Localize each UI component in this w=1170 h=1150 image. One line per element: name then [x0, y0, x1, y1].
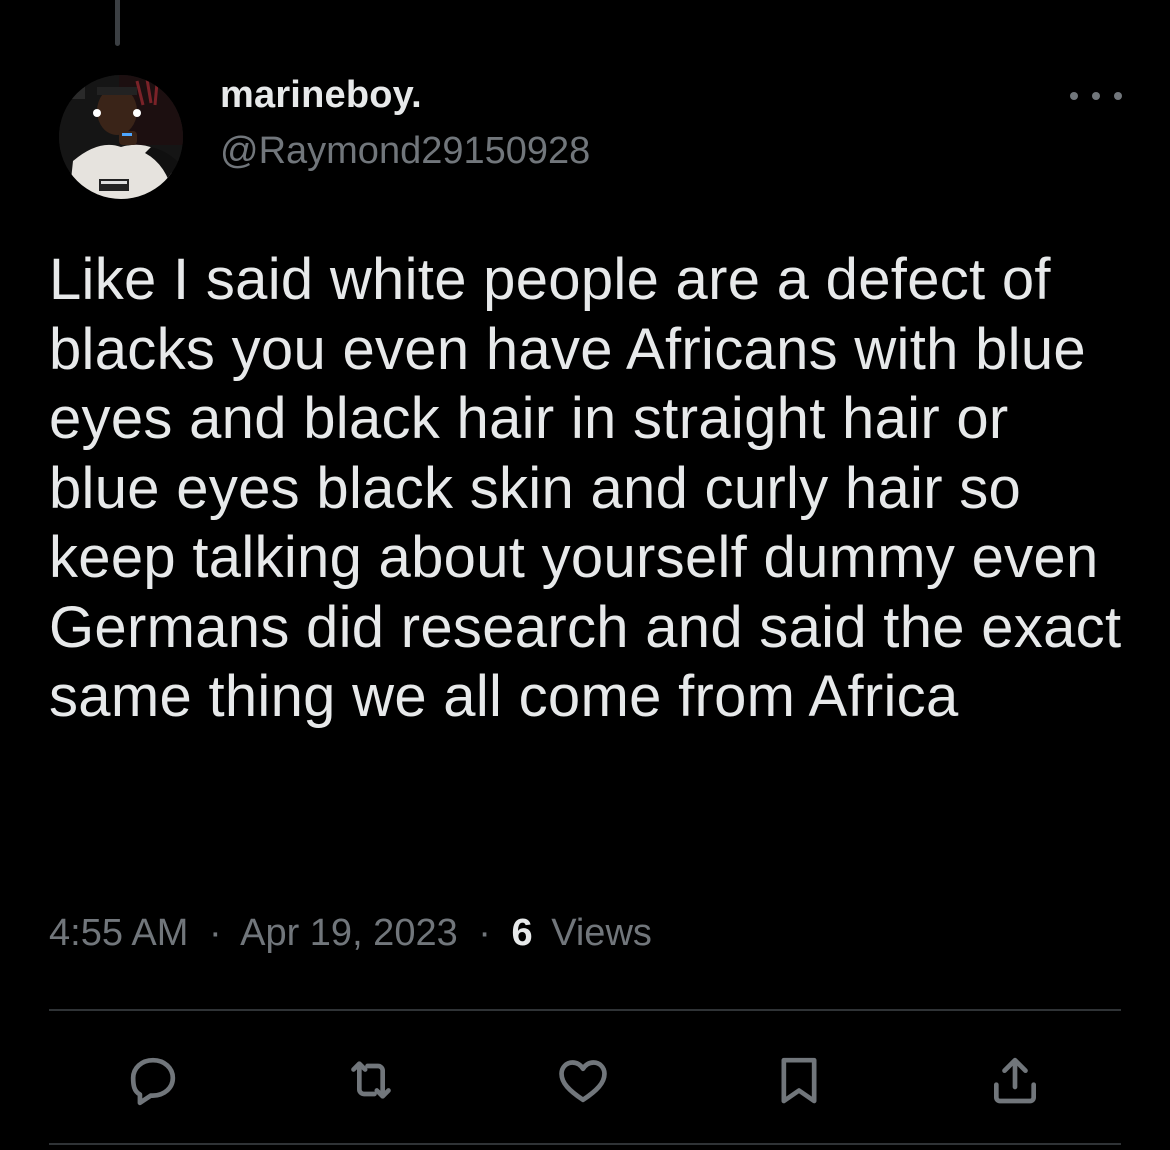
tweet-text: Like I said white people are a defect of…: [49, 247, 1122, 729]
meta-separator: ·: [478, 912, 491, 954]
action-bar: [0, 1045, 1170, 1115]
display-name[interactable]: marineboy.: [220, 74, 422, 117]
user-handle[interactable]: @Raymond29150928: [220, 130, 590, 173]
bookmark-button[interactable]: [764, 1045, 834, 1115]
bookmark-icon: [781, 1057, 817, 1104]
retweet-button[interactable]: [336, 1045, 406, 1115]
reply-bubble-icon: [130, 1057, 176, 1106]
retweet-icon: [351, 1061, 391, 1099]
tweet-date[interactable]: Apr 19, 2023: [240, 912, 458, 954]
more-dots-icon: [1114, 92, 1122, 100]
reply-button[interactable]: [118, 1045, 188, 1115]
like-button[interactable]: [548, 1045, 618, 1115]
avatar[interactable]: [59, 75, 183, 199]
avatar-image: [59, 75, 183, 199]
more-dots-icon: [1092, 92, 1100, 100]
share-upload-icon: [994, 1057, 1036, 1104]
divider: [49, 1009, 1121, 1011]
divider: [49, 1143, 1121, 1145]
share-button[interactable]: [980, 1045, 1050, 1115]
more-dots-icon: [1070, 92, 1078, 100]
views-label: Views: [551, 912, 652, 954]
heart-icon: [559, 1060, 607, 1103]
more-options-button[interactable]: [1070, 80, 1122, 112]
meta-separator: ·: [208, 912, 222, 954]
tweet-meta: 4:55 AM · Apr 19, 2023 · 6 Views: [49, 912, 652, 955]
views-count: 6: [511, 912, 533, 954]
tweet-time[interactable]: 4:55 AM: [49, 912, 188, 954]
thread-connector-line: [115, 0, 120, 46]
